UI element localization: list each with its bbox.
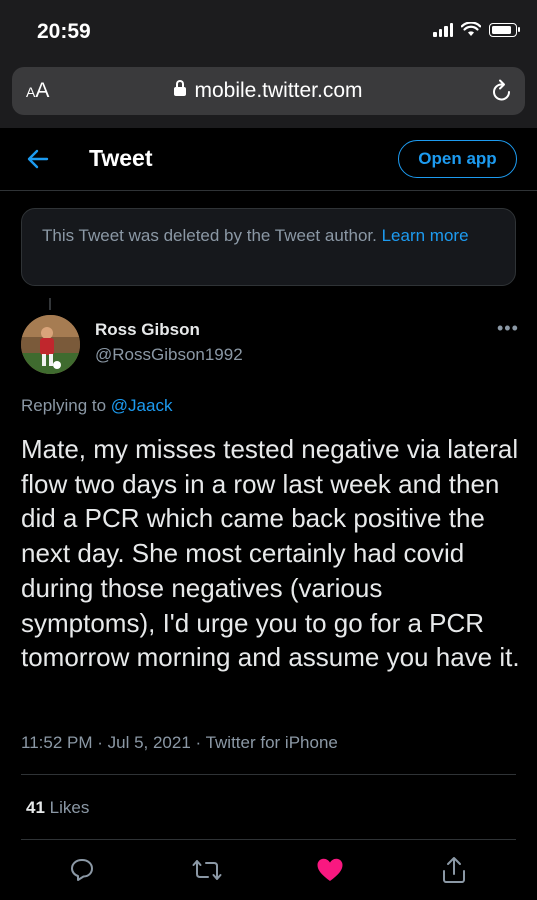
retweet-icon[interactable] bbox=[187, 850, 227, 890]
signal-icon bbox=[433, 22, 453, 37]
replying-to-mention[interactable]: @Jaack bbox=[111, 396, 173, 415]
more-icon[interactable]: ••• bbox=[497, 319, 519, 337]
battery-icon bbox=[489, 22, 520, 37]
like-fill bbox=[317, 858, 343, 881]
page-title: Tweet bbox=[89, 145, 153, 171]
address-bar[interactable]: AA mobile.twitter.com bbox=[12, 67, 525, 115]
author-name[interactable]: Ross Gibson bbox=[95, 320, 200, 340]
tweet-actions bbox=[0, 850, 537, 890]
divider bbox=[21, 774, 516, 775]
reload-icon[interactable] bbox=[491, 79, 513, 103]
divider bbox=[21, 839, 516, 840]
heart-icon[interactable] bbox=[310, 850, 350, 890]
learn-more-link[interactable]: Learn more bbox=[382, 226, 469, 245]
lock-icon bbox=[174, 80, 187, 96]
status-time: 20:59 bbox=[37, 20, 91, 43]
likes-count[interactable]: 41 Likes bbox=[26, 798, 89, 818]
author-handle[interactable]: @RossGibson1992 bbox=[95, 345, 243, 365]
wifi-icon bbox=[461, 22, 481, 36]
deleted-notice-text: This Tweet was deleted by the Tweet auth… bbox=[42, 226, 377, 245]
avatar-image bbox=[21, 315, 80, 374]
browser-chrome: 20:59 AA mobile.twitter.com bbox=[0, 0, 537, 128]
top-bar: Tweet Open app bbox=[0, 128, 537, 191]
avatar[interactable] bbox=[21, 315, 80, 374]
deleted-tweet-notice: This Tweet was deleted by the Tweet auth… bbox=[21, 208, 516, 286]
reply-icon[interactable] bbox=[62, 850, 102, 890]
tweet-timestamp[interactable]: 11:52 PM · Jul 5, 2021 · Twitter for iPh… bbox=[21, 733, 338, 753]
thread-connector bbox=[49, 298, 51, 310]
tweet-text: Mate, my misses tested negative via late… bbox=[21, 434, 520, 673]
replying-to: Replying to @Jaack bbox=[21, 396, 173, 415]
status-icons bbox=[433, 22, 520, 37]
back-arrow-icon[interactable] bbox=[26, 148, 50, 170]
share-icon[interactable] bbox=[434, 850, 474, 890]
url-display[interactable]: mobile.twitter.com bbox=[12, 79, 525, 103]
battery-level bbox=[492, 25, 511, 34]
open-app-button[interactable]: Open app bbox=[398, 140, 517, 178]
url-text: mobile.twitter.com bbox=[194, 79, 363, 102]
tweet-page: Tweet Open app This Tweet was deleted by… bbox=[0, 128, 537, 900]
